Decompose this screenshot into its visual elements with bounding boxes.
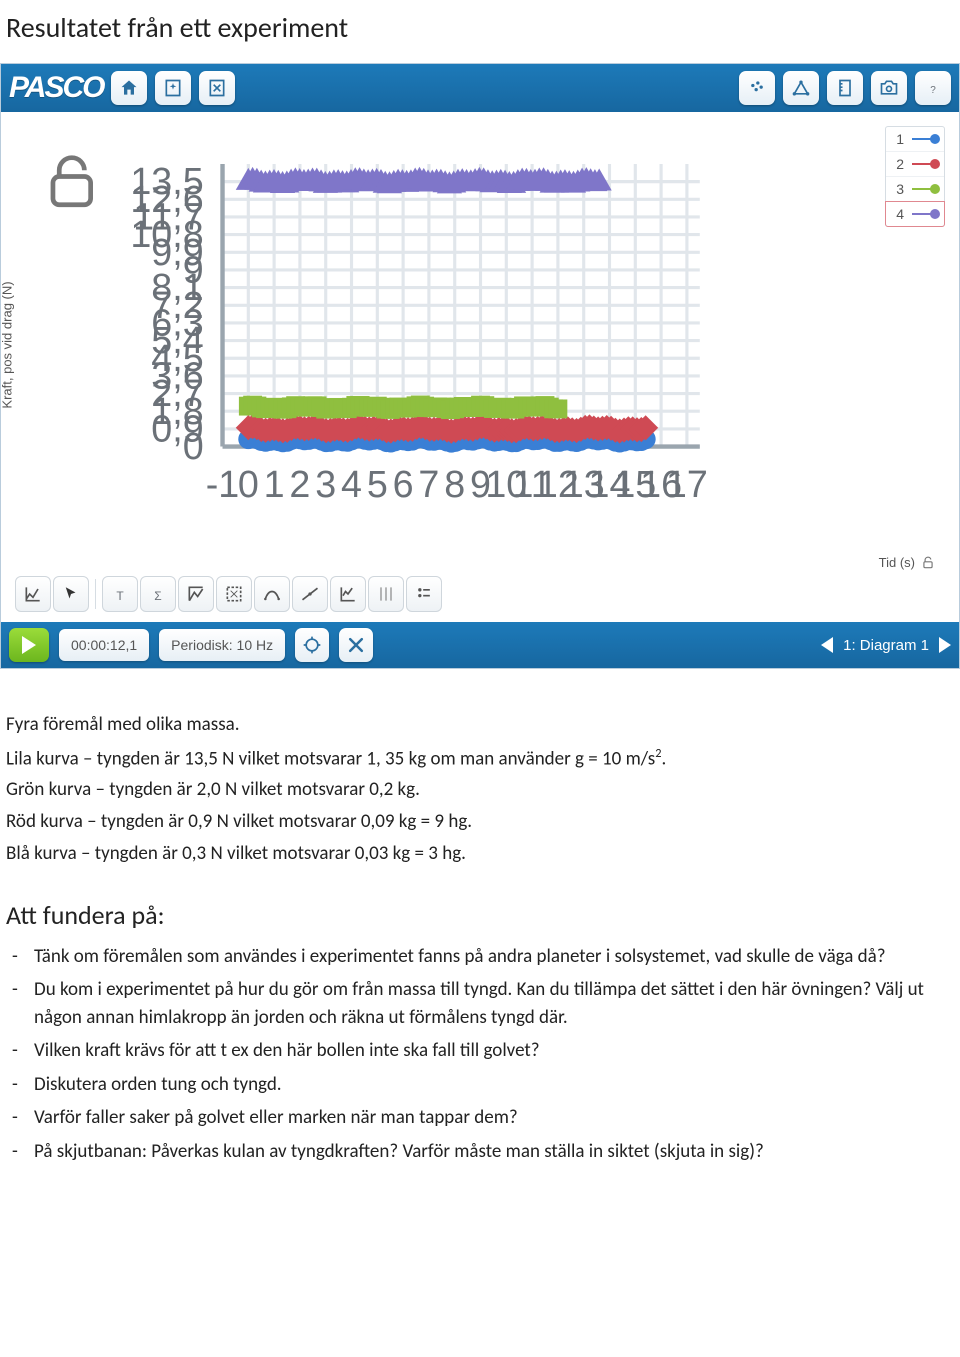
series-3 bbox=[239, 396, 567, 420]
prev-view-button[interactable] bbox=[821, 637, 833, 653]
svg-text:Σ: Σ bbox=[154, 589, 161, 603]
chart-plot[interactable]: -10123456789101112131415161700,91,82,73,… bbox=[9, 120, 951, 591]
svg-text:-1: -1 bbox=[206, 463, 239, 505]
svg-text:7: 7 bbox=[418, 463, 439, 505]
tools-button[interactable] bbox=[339, 628, 373, 662]
elapsed-time[interactable]: 00:00:12,1 bbox=[59, 629, 149, 661]
question-item: Du kom i experimentet på hur du gör om f… bbox=[34, 976, 954, 1031]
svg-text:2: 2 bbox=[289, 463, 310, 505]
question-item: Vilken kraft krävs för att t ex den här … bbox=[34, 1037, 954, 1065]
delete-page-icon bbox=[207, 78, 227, 98]
svg-text:1: 1 bbox=[264, 463, 285, 505]
view-label[interactable]: 1: Diagram 1 bbox=[843, 637, 929, 654]
topbar: PASCO ? bbox=[1, 64, 959, 112]
notebook-icon bbox=[835, 78, 855, 98]
intro-line: Blå kurva – tyngden är 0,3 N vilket mots… bbox=[6, 840, 954, 868]
geometry-tool-button[interactable] bbox=[783, 71, 819, 105]
svg-text:?: ? bbox=[930, 85, 936, 96]
dots-cluster-icon bbox=[747, 78, 767, 98]
legend-item-3[interactable]: 3 bbox=[886, 177, 944, 202]
home-button[interactable] bbox=[111, 71, 147, 105]
series-4 bbox=[236, 167, 612, 194]
intro-line: Lila kurva – tyngden är 13,5 N vilket mo… bbox=[6, 745, 954, 773]
arrow-left-icon bbox=[821, 637, 833, 653]
sample-rate[interactable]: Periodisk: 10 Hz bbox=[159, 629, 285, 661]
question-item: På skjutbanan: Påverkas kulan av tyngdkr… bbox=[34, 1138, 954, 1166]
target-icon bbox=[302, 635, 322, 655]
sync-button[interactable] bbox=[295, 628, 329, 662]
svg-text:5: 5 bbox=[367, 463, 388, 505]
legend-item-1[interactable]: 1 bbox=[886, 127, 944, 152]
new-page-button[interactable] bbox=[155, 71, 191, 105]
legend-item-4[interactable]: 4 bbox=[885, 201, 945, 227]
home-icon bbox=[119, 78, 139, 98]
svg-text:4: 4 bbox=[341, 463, 362, 505]
intro-line: Grön kurva – tyngden är 2,0 N vilket mot… bbox=[6, 776, 954, 804]
svg-text:13,5: 13,5 bbox=[130, 160, 203, 202]
legend-item-2[interactable]: 2 bbox=[886, 152, 944, 177]
svg-text:3: 3 bbox=[315, 463, 336, 505]
sparkle-page-icon bbox=[163, 78, 183, 98]
svg-text:6: 6 bbox=[393, 463, 414, 505]
bottombar: 00:00:12,1 Periodisk: 10 Hz 1: Diagram 1 bbox=[1, 622, 959, 668]
delete-page-button[interactable] bbox=[199, 71, 235, 105]
intro-line: Fyra föremål med olika massa. bbox=[6, 711, 954, 739]
chart-legend[interactable]: 1234 bbox=[885, 126, 945, 227]
next-view-button[interactable] bbox=[939, 637, 951, 653]
question-item: Varför faller saker på golvet eller mark… bbox=[34, 1104, 954, 1132]
arrow-right-icon bbox=[939, 637, 951, 653]
logo: PASCO bbox=[9, 73, 103, 103]
think-heading: Att fundera på: bbox=[6, 897, 954, 935]
page-title: Resultatet från ett experiment bbox=[6, 10, 960, 45]
play-icon bbox=[22, 636, 36, 654]
camera-icon bbox=[879, 78, 899, 98]
svg-text:T: T bbox=[116, 589, 124, 603]
chart-panel: Kraft, pos vid drag (N) -101234567891011… bbox=[1, 112, 959, 622]
question-item: Tänk om föremålen som användes i experim… bbox=[34, 943, 954, 971]
question-icon: ? bbox=[923, 78, 943, 98]
crossed-tools-icon bbox=[346, 635, 366, 655]
triangle-icon bbox=[790, 78, 812, 98]
snapshot-button[interactable] bbox=[871, 71, 907, 105]
document-body: Fyra föremål med olika massa. Lila kurva … bbox=[0, 711, 960, 1166]
notebook-button[interactable] bbox=[827, 71, 863, 105]
svg-text:17: 17 bbox=[666, 463, 708, 505]
question-item: Diskutera orden tung och tyngd. bbox=[34, 1071, 954, 1099]
play-button[interactable] bbox=[9, 628, 49, 662]
unlock-icon bbox=[921, 556, 935, 570]
x-axis-title: Tid (s) bbox=[879, 555, 935, 570]
intro-line: Röd kurva – tyngden är 0,9 N vilket mots… bbox=[6, 808, 954, 836]
pasco-app: PASCO ? Kraft, pos vid drag (N) - bbox=[0, 63, 960, 669]
help-button[interactable]: ? bbox=[915, 71, 951, 105]
scatter-tool-button[interactable] bbox=[739, 71, 775, 105]
svg-text:0: 0 bbox=[238, 463, 259, 505]
question-list: Tänk om föremålen som användes i experim… bbox=[6, 943, 954, 1166]
svg-text:8: 8 bbox=[444, 463, 465, 505]
